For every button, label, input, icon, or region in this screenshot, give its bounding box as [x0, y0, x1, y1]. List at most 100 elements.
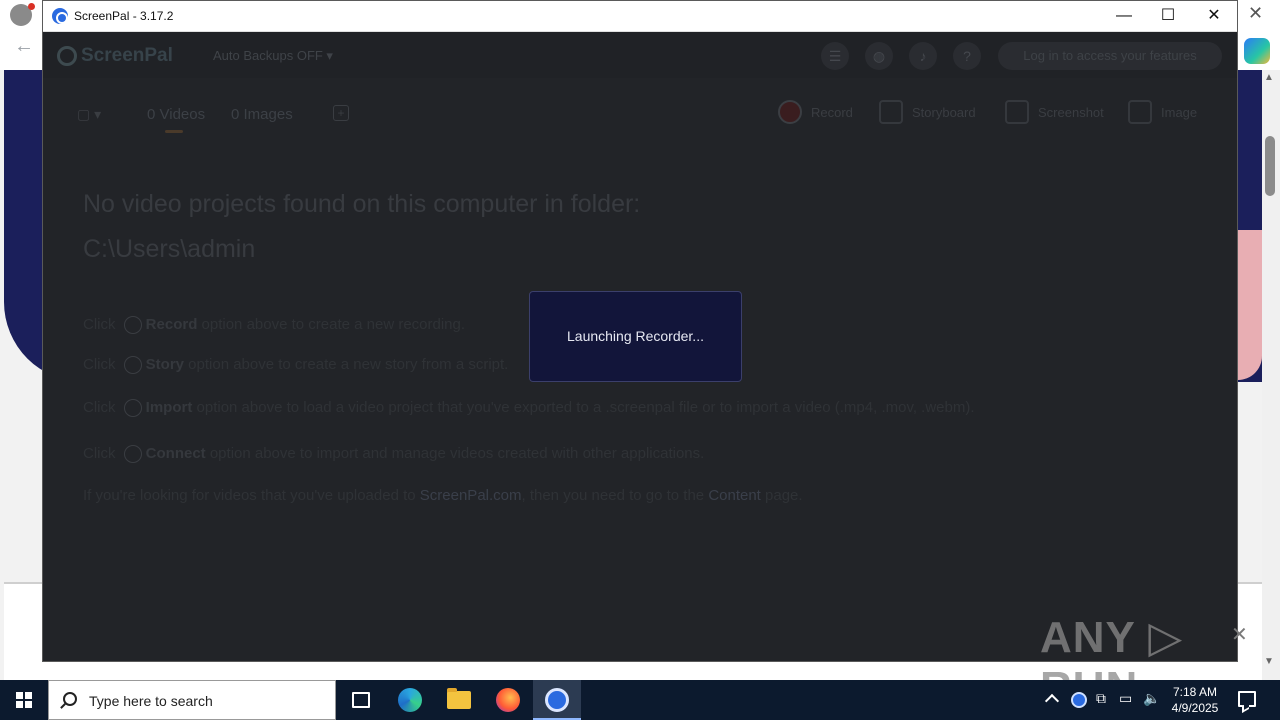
record-icon	[778, 100, 802, 124]
launching-recorder-dialog: Launching Recorder...	[529, 291, 742, 382]
windows-taskbar: Type here to search ⧉ ▭ 🔈 7:18 AM 4/9/20…	[0, 680, 1280, 720]
image-icon	[1128, 100, 1152, 124]
edge-taskbar-button[interactable]	[386, 680, 434, 720]
edge-icon	[398, 688, 422, 712]
empty-library-message: No video projects found on this computer…	[83, 182, 1223, 504]
screenshot-button[interactable]: Screenshot	[1005, 100, 1104, 124]
hint-prefix: Click	[83, 445, 120, 462]
library-toolbar: ▢ ▾ 0 Videos 0 Images + Record Storyboar…	[43, 78, 1237, 148]
start-button[interactable]	[0, 680, 48, 720]
folder-dropdown[interactable]: ▢ ▾	[77, 106, 101, 123]
hint-record: Click Record option above to create a ne…	[83, 316, 466, 335]
hint-prefix: Click	[83, 399, 120, 416]
connect-hint-icon	[123, 445, 142, 464]
screenpal-com-link[interactable]: ScreenPal.com	[420, 487, 522, 504]
footer-text: page.	[760, 487, 803, 504]
help-icon[interactable]: ?	[953, 42, 981, 70]
app-body: ScreenPal Auto Backups OFF ▾ ☰ ◍ ♪ ? Log…	[43, 32, 1237, 661]
notification-center-icon[interactable]	[1238, 691, 1256, 707]
microphone-icon[interactable]: ♪	[909, 42, 937, 70]
close-button[interactable]: ✕	[1191, 1, 1237, 32]
file-explorer-taskbar-button[interactable]	[435, 680, 483, 720]
hint-connect: Click Connect option above to import and…	[83, 445, 705, 464]
record-hint-icon	[123, 316, 142, 335]
taskbar-search-box[interactable]: Type here to search	[48, 680, 336, 720]
back-arrow-icon[interactable]: ←	[14, 36, 34, 56]
title-bar[interactable]: ScreenPal - 3.17.2 — ☐ ✕	[43, 1, 1237, 32]
empty-title-path: C:\Users\admin	[83, 235, 256, 263]
profile-avatar-icon[interactable]	[10, 3, 35, 26]
hint-prefix: Click	[83, 316, 120, 333]
hint-keyword: Story	[145, 356, 185, 373]
hint-text: option above to create a new story from …	[184, 356, 509, 373]
page-decoration	[1238, 230, 1262, 380]
app-header: ScreenPal Auto Backups OFF ▾ ☰ ◍ ♪ ? Log…	[43, 32, 1237, 78]
hint-story: Click Story option above to create a new…	[83, 356, 509, 375]
empty-title-line1: No video projects found on this computer…	[83, 190, 641, 218]
screenpal-icon	[545, 688, 569, 712]
screenpal-window: ScreenPal - 3.17.2 — ☐ ✕ ScreenPal Auto …	[42, 0, 1238, 662]
screenpal-app-icon	[52, 8, 68, 24]
browser-scrollbar-thumb[interactable]	[1265, 136, 1275, 196]
storyboard-label: Storyboard	[912, 104, 976, 120]
minimize-button[interactable]: —	[1101, 1, 1147, 32]
firefox-icon	[496, 688, 520, 712]
dialog-message: Launching Recorder...	[567, 328, 704, 344]
screenpal-taskbar-button[interactable]	[533, 680, 581, 720]
menu-icon[interactable]: ☰	[821, 42, 849, 70]
hint-uploaded-videos: If you're looking for videos that you've…	[83, 487, 803, 504]
screenpal-logo: ScreenPal	[57, 45, 173, 67]
footer-text: , then you need to go to the	[521, 487, 709, 504]
network-icon[interactable]: ▭	[1119, 691, 1132, 705]
auto-backups-dropdown[interactable]: Auto Backups OFF ▾	[213, 48, 333, 64]
screenshot-icon	[1005, 100, 1029, 124]
dismiss-x-icon[interactable]: ✕	[1231, 622, 1248, 647]
hint-text: option above to import and manage videos…	[205, 445, 705, 462]
taskbar-clock[interactable]: 7:18 AM 4/9/2025	[1168, 684, 1222, 716]
hint-text: option above to load a video project tha…	[192, 399, 975, 416]
hint-keyword: Import	[145, 399, 193, 416]
show-hidden-icons-chevron-icon[interactable]	[1044, 693, 1060, 709]
record-label: Record	[811, 104, 853, 120]
firefox-taskbar-button[interactable]	[484, 680, 532, 720]
hint-keyword: Record	[145, 316, 198, 333]
browser-close-icon[interactable]: ✕	[1248, 4, 1263, 22]
hint-keyword: Connect	[145, 445, 206, 462]
login-button[interactable]: Log in to access your features	[998, 42, 1222, 70]
window-title: ScreenPal - 3.17.2	[74, 9, 174, 23]
hint-prefix: Click	[83, 356, 120, 373]
task-view-icon	[352, 692, 370, 708]
tab-images[interactable]: 0 Images	[231, 106, 293, 123]
task-view-button[interactable]	[336, 680, 384, 720]
hint-text: option above to create a new recording.	[197, 316, 466, 333]
storyboard-icon	[879, 100, 903, 124]
import-hint-icon	[123, 399, 142, 418]
copilot-icon[interactable]	[1244, 38, 1270, 64]
content-page-link[interactable]: Content	[708, 487, 761, 504]
hint-import: Click Import option above to load a vide…	[83, 399, 975, 418]
maximize-button[interactable]: ☐	[1145, 1, 1191, 32]
search-icon	[63, 692, 77, 706]
windows-logo-icon	[16, 692, 32, 708]
device-tray-icon[interactable]: ⧉	[1096, 691, 1106, 705]
screenpal-tray-icon[interactable]	[1071, 692, 1087, 708]
record-button[interactable]: Record	[778, 100, 853, 124]
clock-date: 4/9/2025	[1171, 701, 1219, 715]
logo-mark-icon	[57, 46, 77, 66]
active-tab-indicator	[165, 130, 183, 133]
clock-time: 7:18 AM	[1172, 685, 1218, 699]
add-icon[interactable]: +	[333, 105, 349, 121]
volume-icon[interactable]: 🔈	[1143, 691, 1160, 705]
storyboard-button[interactable]: Storyboard	[879, 100, 976, 124]
scroll-up-icon[interactable]: ▲	[1264, 72, 1274, 83]
logo-text: ScreenPal	[81, 45, 173, 66]
image-button[interactable]: Image	[1128, 100, 1197, 124]
search-placeholder: Type here to search	[89, 693, 213, 709]
tab-videos[interactable]: 0 Videos	[147, 106, 205, 123]
footer-text: If you're looking for videos that you've…	[83, 487, 420, 504]
story-hint-icon	[123, 356, 142, 375]
file-explorer-icon	[447, 688, 471, 709]
globe-icon[interactable]: ◍	[865, 42, 893, 70]
image-label: Image	[1161, 104, 1198, 120]
screenshot-label: Screenshot	[1038, 104, 1104, 120]
